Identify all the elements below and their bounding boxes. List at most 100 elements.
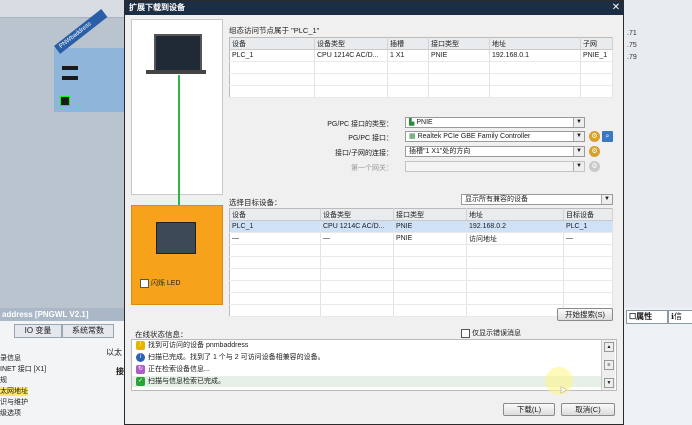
target-device-panel: 闪烁 LED bbox=[131, 205, 223, 305]
cell: — bbox=[320, 232, 394, 245]
module-slot-icon bbox=[62, 76, 78, 80]
subnet-conn-select[interactable]: 插槽"1 X1"处的方向 ▼ bbox=[405, 146, 585, 157]
col-header: 子网 bbox=[580, 37, 613, 50]
tab-properties[interactable]: ☐属性 bbox=[626, 310, 668, 324]
only-errors-checkbox[interactable]: 仅显示错误消息 bbox=[461, 328, 521, 338]
right-value: .75 bbox=[627, 42, 637, 49]
chevron-up-icon[interactable]: ▲ bbox=[604, 342, 614, 352]
load-button[interactable]: 下载(L) bbox=[503, 403, 555, 416]
pgpc-type-select[interactable]: ▙ PNIE ▼ bbox=[405, 117, 585, 128]
cell: PNIE bbox=[393, 232, 467, 245]
chevron-down-icon: ▼ bbox=[601, 195, 612, 204]
col-header: 设备 bbox=[229, 37, 315, 50]
extended-download-dialog: 扩展下载到设备 ✕ 闪烁 LED 组态访问节点属于 "PLC_1" 设备 设备类… bbox=[124, 0, 624, 425]
device-module[interactable] bbox=[54, 48, 126, 112]
config-icon[interactable]: ⚙ bbox=[589, 161, 600, 172]
table-row[interactable]: PLC_1 CPU 1214C AC/D... 1 X1 PNIE 192.16… bbox=[229, 49, 613, 62]
pc-base-icon bbox=[146, 70, 206, 74]
pgpc-iface-label: PG/PC 接口： bbox=[348, 135, 393, 142]
cell: PNIE_1 bbox=[580, 49, 613, 62]
status-message: i 扫描已完成。找到了 1 个与 2 可访问设备相兼容的设备。 bbox=[136, 352, 325, 363]
status-scrollbar[interactable]: ▲ ≡ ▼ bbox=[601, 340, 615, 390]
target-label: 选择目标设备： bbox=[229, 198, 282, 207]
dialog-title: 扩展下载到设备 bbox=[125, 1, 623, 15]
network-icon: ▙ bbox=[409, 119, 415, 126]
check-icon: ✓ bbox=[136, 376, 145, 386]
close-button[interactable]: ✕ bbox=[609, 1, 623, 15]
col-header: 设备类型 bbox=[320, 208, 394, 221]
nav-item-selected[interactable]: 太网地址 bbox=[0, 387, 28, 396]
chevron-down-icon: ▼ bbox=[573, 147, 584, 156]
status-message: ✓ 扫描与信息检索已完成。 bbox=[132, 376, 606, 387]
tab-io-variables[interactable]: IO 变量 bbox=[14, 324, 62, 338]
start-search-button[interactable]: 开始搜索(S) bbox=[557, 308, 613, 321]
warning-icon: ! bbox=[136, 340, 145, 350]
target-table: 设备 设备类型 接口类型 地址 目标设备 PLC_1 CPU 1214C AC/… bbox=[229, 208, 613, 317]
status-log[interactable]: ! 找到可访问的设备 pnmbaddress i 扫描已完成。找到了 1 个与 2 … bbox=[131, 339, 617, 391]
right-value: .79 bbox=[627, 54, 637, 61]
target-filter-select[interactable]: 显示所有兼容的设备 ▼ bbox=[461, 194, 613, 205]
nav-item[interactable]: 录信息 bbox=[0, 354, 21, 363]
checkbox-icon bbox=[461, 328, 470, 338]
gateway-select[interactable]: ▼ bbox=[405, 161, 585, 172]
config-icon[interactable]: ⚙ bbox=[589, 146, 600, 157]
cell: — bbox=[229, 232, 321, 245]
port-icon bbox=[60, 96, 70, 106]
col-header: 地址 bbox=[466, 208, 564, 221]
subnet-conn-label: 接口/子网的连接： bbox=[335, 150, 393, 157]
chevron-down-icon: ▼ bbox=[573, 162, 584, 171]
gateway-label: 第一个网关： bbox=[351, 165, 393, 172]
cell: 访问地址 bbox=[466, 232, 564, 245]
pgpc-graphic-panel bbox=[131, 19, 223, 195]
inspector-panel: ☐属性 ℹ信 bbox=[622, 308, 692, 425]
cell: PLC_1 bbox=[563, 220, 613, 233]
chevron-down-icon[interactable]: ▼ bbox=[604, 378, 614, 388]
col-header: 接口类型 bbox=[428, 37, 490, 50]
cell: 192.168.0.1 bbox=[489, 49, 581, 62]
side-text: 接 bbox=[116, 367, 124, 376]
cell: CPU 1214C AC/D... bbox=[320, 220, 394, 233]
tab-info[interactable]: ℹ信 bbox=[668, 310, 692, 324]
cell: PLC_1 bbox=[229, 49, 315, 62]
cancel-button[interactable]: 取消(C) bbox=[561, 403, 615, 416]
node-header: 组态访问节点属于 "PLC_1" bbox=[229, 26, 320, 35]
scroll-thumb[interactable]: ≡ bbox=[604, 360, 614, 370]
tab-system-constants[interactable]: 系统常数 bbox=[62, 324, 114, 338]
cell: — bbox=[563, 232, 613, 245]
table-row[interactable]: PLC_1 CPU 1214C AC/D... PNIE 192.168.0.2… bbox=[229, 220, 613, 233]
col-header: 插槽 bbox=[387, 37, 429, 50]
right-value: .71 bbox=[627, 30, 637, 37]
col-header: 设备类型 bbox=[314, 37, 388, 50]
cell: CPU 1214C AC/D... bbox=[314, 49, 388, 62]
cell: 192.168.0.2 bbox=[466, 220, 564, 233]
nav-item[interactable]: INET 接口 [X1] bbox=[0, 365, 46, 374]
col-header: 设备 bbox=[229, 208, 321, 221]
pgpc-iface-select[interactable]: ▦ Realtek PCIe GBE Family Controller ▼ bbox=[405, 131, 585, 142]
properties-title: address [PNGWL V2.1] bbox=[0, 308, 130, 321]
cell: 1 X1 bbox=[387, 49, 429, 62]
cell: PNIE bbox=[428, 49, 490, 62]
nav-item[interactable]: 规 bbox=[0, 376, 7, 385]
pgpc-type-label: PG/PC 接口的类型： bbox=[327, 121, 393, 128]
flash-led-checkbox[interactable]: 闪烁 LED bbox=[140, 278, 181, 288]
info-icon: i bbox=[136, 352, 145, 362]
chevron-down-icon: ▼ bbox=[573, 118, 584, 127]
module-slot-icon bbox=[62, 66, 78, 70]
nic-icon: ▦ bbox=[409, 133, 416, 140]
status-message: ! 找到可访问的设备 pnmbaddress bbox=[136, 340, 248, 351]
col-header: 目标设备 bbox=[563, 208, 613, 221]
cell: PLC_1 bbox=[229, 220, 321, 233]
config-icon[interactable]: ⚙ bbox=[589, 131, 600, 142]
table-row[interactable]: — — PNIE 访问地址 — bbox=[229, 232, 613, 245]
chevron-down-icon: ▼ bbox=[573, 132, 584, 141]
col-header: 地址 bbox=[489, 37, 581, 50]
node-table: 设备 设备类型 插槽 接口类型 地址 子网 PLC_1 CPU 1214C AC… bbox=[229, 37, 613, 98]
checkbox-icon bbox=[140, 278, 149, 288]
diagnostics-icon[interactable]: ⌕ bbox=[602, 131, 613, 142]
col-header: 接口类型 bbox=[393, 208, 467, 221]
nav-item[interactable]: 级选项 bbox=[0, 409, 21, 418]
nav-item[interactable]: 识与维护 bbox=[0, 398, 28, 407]
pc-icon bbox=[154, 34, 202, 72]
progress-icon: ↻ bbox=[136, 364, 145, 374]
right-panel: .71 .75 .79 bbox=[618, 0, 692, 310]
